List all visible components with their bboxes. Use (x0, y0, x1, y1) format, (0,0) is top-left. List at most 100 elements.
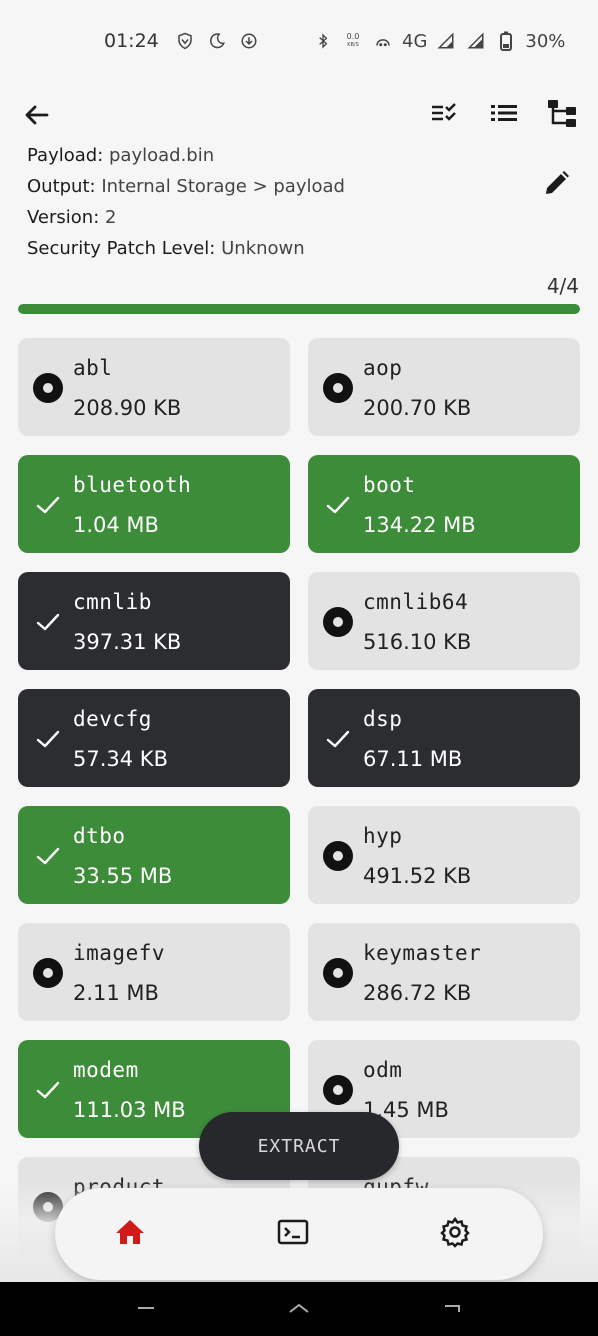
partition-size: 134.22 MB (363, 513, 476, 537)
security-patch-value: Unknown (221, 238, 305, 259)
partition-card[interactable]: bluetooth 1.04 MB (18, 455, 290, 553)
check-icon (32, 840, 64, 872)
radio-dot-icon (322, 1074, 354, 1106)
system-home-button[interactable] (287, 1300, 311, 1318)
radio-dot-icon (322, 957, 354, 989)
partition-name: keymaster (363, 941, 482, 965)
partition-size: 33.55 MB (73, 864, 173, 888)
partition-size: 1.04 MB (73, 513, 159, 537)
terminal-icon (277, 1218, 309, 1250)
nav-terminal[interactable] (275, 1216, 311, 1252)
list-view-button[interactable] (487, 98, 521, 132)
partition-card[interactable]: hyp 491.52 KB (308, 806, 580, 904)
select-all-icon (429, 99, 461, 131)
partition-name: odm (363, 1058, 403, 1082)
hotspot-icon (372, 30, 394, 52)
partition-size: 2.11 MB (73, 981, 159, 1005)
download-status-icon (238, 30, 260, 52)
payload-key: Payload: (27, 145, 104, 166)
partition-size: 200.70 KB (363, 396, 472, 420)
partition-size: 491.52 KB (363, 864, 472, 888)
partition-size: 208.90 KB (73, 396, 182, 420)
system-back-button[interactable] (441, 1300, 465, 1318)
output-value: Internal Storage > payload (101, 176, 345, 197)
nav-home[interactable] (112, 1216, 148, 1252)
radio-dot-icon (322, 372, 354, 404)
partition-card[interactable]: aop 200.70 KB (308, 338, 580, 436)
arrow-left-icon (20, 105, 54, 136)
select-all-button[interactable] (428, 98, 462, 132)
output-key: Output: (27, 176, 96, 197)
partition-size: 67.11 MB (363, 747, 463, 771)
network-type: 4G (402, 30, 428, 52)
check-icon (32, 723, 64, 755)
partition-card[interactable]: keymaster 286.72 KB (308, 923, 580, 1021)
edit-output-button[interactable] (540, 168, 574, 202)
partition-size: 286.72 KB (363, 981, 472, 1005)
partition-card[interactable]: dtbo 33.55 MB (18, 806, 290, 904)
partition-name: cmnlib64 (363, 590, 469, 614)
partition-name: dsp (363, 707, 403, 731)
data-speed: 0.0 KB/S (346, 32, 360, 49)
radio-dot-icon (322, 840, 354, 872)
partition-name: hyp (363, 824, 403, 848)
partition-name: aop (363, 356, 403, 380)
status-time: 01:24 (104, 30, 159, 52)
partition-name: dtbo (73, 824, 126, 848)
payload-value: payload.bin (109, 145, 215, 166)
status-bar: 01:24 0.0 KB/S 4G 30% (0, 0, 598, 80)
payload-info: Payload: payload.bin Output: Internal St… (27, 140, 547, 264)
signal-2-icon (465, 30, 487, 52)
radio-dot-icon (32, 372, 64, 404)
partition-card[interactable]: imagefv 2.11 MB (18, 923, 290, 1021)
moon-icon (206, 30, 228, 52)
home-icon (114, 1217, 146, 1251)
check-icon (32, 606, 64, 638)
partition-card[interactable]: boot 134.22 MB (308, 455, 580, 553)
security-patch-key: Security Patch Level: (27, 238, 216, 259)
partition-size: 57.34 KB (73, 747, 168, 771)
tree-icon (546, 97, 578, 133)
recents-icon (134, 1300, 158, 1319)
partition-name: modem (73, 1058, 139, 1082)
partition-name: cmnlib (73, 590, 152, 614)
settings-gear-icon (439, 1216, 471, 1252)
check-icon (322, 723, 354, 755)
progress-count: 4/4 (546, 274, 579, 298)
system-recents-button[interactable] (134, 1300, 158, 1318)
extract-button[interactable]: EXTRACT (199, 1112, 399, 1180)
version-key: Version: (27, 207, 100, 228)
progress-fill (18, 304, 580, 314)
radio-dot-icon (32, 957, 64, 989)
partition-card[interactable]: abl 208.90 KB (18, 338, 290, 436)
battery-level: 30% (525, 30, 566, 52)
check-icon (32, 1074, 64, 1106)
partition-name: abl (73, 356, 113, 380)
bluetooth-icon (312, 30, 334, 52)
back-button[interactable] (20, 98, 54, 132)
partition-card[interactable]: cmnlib64 516.10 KB (308, 572, 580, 670)
partition-name: imagefv (73, 941, 166, 965)
nav-settings[interactable] (437, 1216, 473, 1252)
pencil-icon (540, 171, 572, 204)
progress-bar (18, 304, 580, 314)
tree-view-button[interactable] (545, 98, 579, 132)
chevron-up-icon (287, 1300, 311, 1319)
partition-name: boot (363, 473, 416, 497)
partition-card[interactable]: dsp 67.11 MB (308, 689, 580, 787)
partition-name: bluetooth (73, 473, 192, 497)
partition-card[interactable]: devcfg 57.34 KB (18, 689, 290, 787)
partition-name: devcfg (73, 707, 152, 731)
security-patch-line: Security Patch Level: Unknown (27, 233, 547, 264)
list-icon (489, 101, 519, 129)
payload-line: Payload: payload.bin (27, 140, 547, 171)
partition-size: 111.03 MB (73, 1098, 186, 1122)
version-line: Version: 2 (27, 202, 547, 233)
bottom-nav (55, 1188, 543, 1280)
signal-icon (435, 30, 457, 52)
partition-size: 516.10 KB (363, 630, 472, 654)
check-icon (32, 489, 64, 521)
shield-icon (174, 30, 196, 52)
partition-card[interactable]: cmnlib 397.31 KB (18, 572, 290, 670)
output-line: Output: Internal Storage > payload (27, 171, 547, 202)
